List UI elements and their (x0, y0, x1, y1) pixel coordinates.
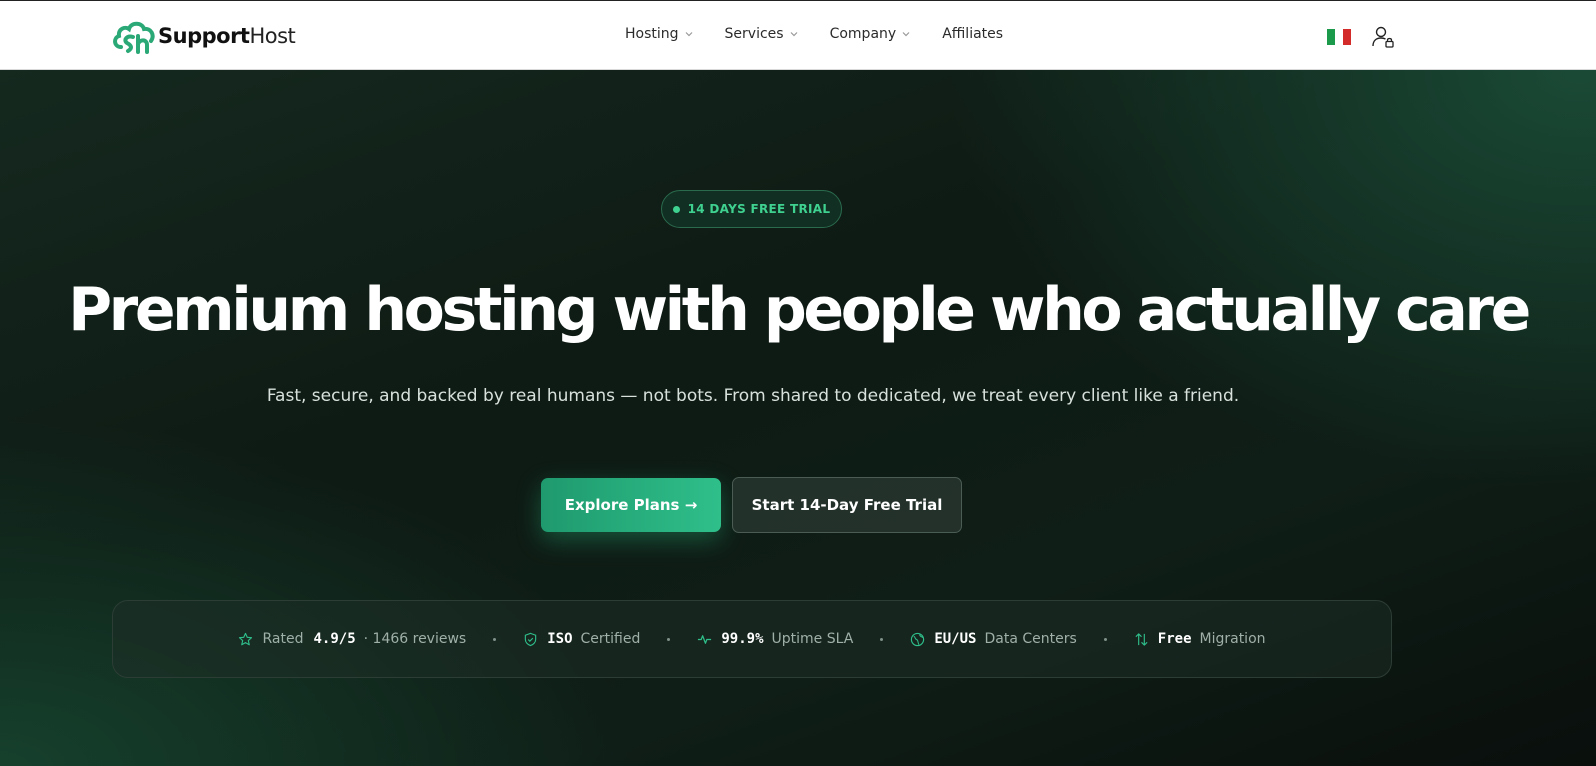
free-trial-badge: 14 DAYS FREE TRIAL (661, 190, 842, 228)
iso-value: ISO (547, 631, 573, 647)
trust-bar: Rated 4.9/5 · 1466 reviews ISO Certified… (112, 600, 1392, 678)
nav-item-services[interactable]: Services (725, 26, 799, 42)
transfer-arrows-icon (1135, 632, 1148, 646)
main-nav: Hosting Services Company Affiliates (625, 26, 1003, 42)
hero-section: 14 DAYS FREE TRIAL Premium hosting with … (0, 70, 1596, 766)
iso-label: Certified (580, 631, 641, 647)
divider-dot (493, 637, 497, 641)
uptime-label: Uptime SLA (771, 631, 854, 647)
chevron-down-icon (790, 32, 798, 37)
rating-prefix: Rated (262, 631, 304, 647)
trust-iso: ISO Certified (523, 631, 640, 647)
logo-light-text: Host (249, 24, 296, 48)
activity-icon (698, 634, 712, 644)
uptime-value: 99.9% (721, 631, 764, 647)
logo-bold-text: Support (158, 24, 250, 48)
nav-item-company[interactable]: Company (830, 26, 912, 42)
badge-label: 14 DAYS FREE TRIAL (687, 202, 831, 216)
shield-check-icon (525, 632, 537, 646)
divider-dot (880, 637, 884, 641)
chevron-down-icon (902, 32, 910, 37)
trust-migration: Free Migration (1134, 631, 1266, 647)
user-lock-icon[interactable] (1371, 25, 1395, 49)
top-navbar: SupportHost Hosting Services Company Aff… (0, 0, 1596, 70)
supporthost-logo[interactable]: SupportHost (111, 17, 296, 55)
nav-label: Affiliates (942, 26, 1004, 42)
nav-item-affiliates[interactable]: Affiliates (942, 26, 1003, 42)
cloud-logo-icon (113, 21, 155, 54)
rating-value: 4.9/5 (313, 631, 356, 647)
divider-dot (667, 637, 671, 641)
logo-wordmark: SupportHost (158, 24, 296, 48)
star-icon (239, 632, 253, 645)
trust-datacenters: EU/US Data Centers (910, 631, 1077, 647)
explore-plans-button[interactable]: Explore Plans → (541, 478, 721, 532)
italian-flag-icon[interactable] (1327, 29, 1351, 45)
datacenters-value: EU/US (934, 631, 977, 647)
migration-label: Migration (1199, 631, 1266, 647)
nav-label: Company (829, 26, 897, 42)
start-trial-button[interactable]: Start 14-Day Free Trial (732, 477, 962, 533)
hero-headline: Premium hosting with people who actually… (68, 275, 1531, 345)
rating-reviews: · 1466 reviews (363, 631, 467, 647)
trust-rating: Rated 4.9/5 · 1466 reviews (238, 631, 466, 647)
nav-label: Hosting (625, 26, 679, 42)
nav-item-hosting[interactable]: Hosting (625, 26, 694, 42)
nav-label: Services (724, 26, 784, 42)
divider-dot (1103, 637, 1107, 641)
migration-value: Free (1157, 631, 1192, 647)
hero-subtitle: Fast, secure, and backed by real humans … (266, 386, 1240, 406)
datacenters-label: Data Centers (984, 631, 1077, 647)
status-dot (672, 205, 680, 213)
globe-icon (911, 632, 925, 646)
trust-uptime: 99.9% Uptime SLA (697, 631, 853, 647)
chevron-down-icon (685, 32, 692, 37)
